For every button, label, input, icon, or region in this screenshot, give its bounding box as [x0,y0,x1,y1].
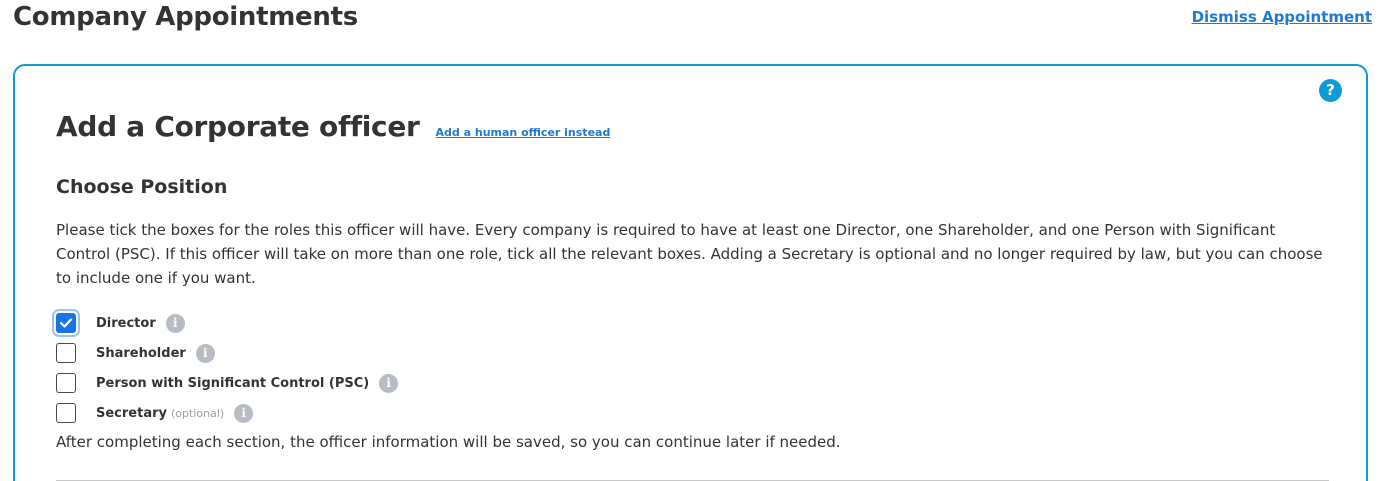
position-row-psc: Person with Significant Control (PSC) i [56,368,399,398]
position-row-director: Director i [56,308,398,338]
info-icon[interactable]: i [234,403,254,423]
info-icon[interactable]: i [195,343,215,363]
save-note: After completing each section, the offic… [56,433,841,451]
position-checkbox-list: Director i Shareholder i Person with Sig… [56,308,399,428]
shareholder-checkbox[interactable] [56,343,76,363]
shareholder-label[interactable]: Shareholder [96,346,186,361]
position-row-secretary: Secretary (optional) i [56,398,398,428]
psc-label[interactable]: Person with Significant Control (PSC) [96,376,369,391]
dismiss-appointment-link[interactable]: Dismiss Appointment [1192,8,1372,26]
position-row-shareholder: Shareholder i [56,338,398,368]
secretary-label[interactable]: Secretary [96,406,167,421]
add-human-officer-link[interactable]: Add a human officer instead [436,126,611,139]
psc-checkbox[interactable] [56,373,76,393]
company-appointments-page: Company Appointments Dismiss Appointment… [0,0,1389,481]
page-title: Company Appointments [13,2,358,32]
help-icon[interactable]: ? [1319,79,1342,102]
officer-card: ? Add a Corporate officer Add a human of… [13,64,1368,481]
info-icon[interactable]: i [165,313,185,333]
card-title: Add a Corporate officer [56,110,420,143]
position-description: Please tick the boxes for the roles this… [56,221,1323,287]
section-title: Choose Position [56,176,228,198]
director-label[interactable]: Director [96,316,156,331]
card-heading-row: Add a Corporate officer Add a human offi… [56,110,610,143]
checkmark-icon [60,318,72,328]
optional-note: (optional) [171,406,225,420]
secretary-checkbox[interactable] [56,403,76,423]
director-checkbox[interactable] [56,313,76,333]
info-icon[interactable]: i [379,373,399,393]
